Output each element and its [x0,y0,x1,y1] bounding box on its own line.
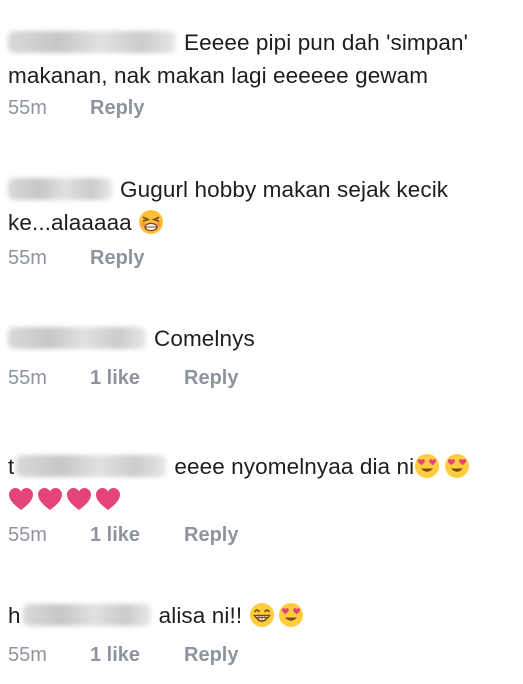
grinning-face-icon [249,602,275,628]
hearts-row [8,483,124,516]
comment-item: t eeee nyomelnyaa dia ni 55m 1 like Reply [8,450,516,546]
comment-item: Eeeee pipi pun dah 'simpan' makanan, nak… [8,26,516,119]
comment-meta: 55m 1 like Reply [8,644,238,667]
comment-line: eeee nyomelnyaa dia ni [174,454,415,479]
comment-text: Gugurl hobby makan sejak kecik ke...alaa… [8,173,516,239]
comment-text: Eeeee pipi pun dah 'simpan' makanan, nak… [8,26,516,92]
comment-text: t eeee nyomelnyaa dia ni [8,450,516,516]
heart-eyes-icon [444,453,470,479]
pink-heart-icon [95,487,121,511]
comment-line: Comelnys [154,326,255,351]
reply-button[interactable]: Reply [184,524,238,547]
comment-meta: 55m 1 like Reply [8,524,238,547]
comment-timestamp: 55m [8,524,47,546]
comment-line: makanan, nak makan lagi eeeeee gewam [8,63,429,88]
heart-eyes-icon [414,453,440,479]
comment-text: h alisa ni!! [8,599,516,632]
comment-text: Comelnys [8,322,516,355]
comment-line: alisa ni!! [158,603,243,628]
commenter-name[interactable] [8,327,146,349]
persevering-face-icon [138,209,164,235]
reply-button[interactable]: Reply [184,367,238,390]
heart-eyes-icon [278,602,304,628]
commenter-name[interactable] [8,178,112,200]
comment-timestamp: 55m [8,644,47,666]
comment-timestamp: 55m [8,247,47,269]
commenter-name[interactable] [8,31,176,53]
pink-heart-icon [8,487,34,511]
comment-line: ke...alaaaaa [8,210,132,235]
comment-meta: 55m 1 like Reply [8,367,238,390]
comment-item: h alisa ni!! 55m 1 like Reply [8,599,516,666]
reply-button[interactable]: Reply [184,644,238,667]
like-count[interactable]: 1 like [90,367,184,390]
comment-meta: 55m Reply [8,247,144,270]
commenter-name-initial[interactable]: t [8,454,14,479]
comment-item: Gugurl hobby makan sejak kecik ke...alaa… [8,173,516,269]
comment-meta: 55m Reply [8,97,144,120]
comment-line: Gugurl hobby makan sejak kecik [120,177,449,202]
comment-timestamp: 55m [8,367,47,389]
pink-heart-icon [37,487,63,511]
comment-timestamp: 55m [8,97,47,119]
reply-button[interactable]: Reply [90,97,144,120]
comment-line: Eeeee pipi pun dah 'simpan' [184,30,468,55]
pink-heart-icon [66,487,92,511]
commenter-name[interactable] [22,604,151,626]
reply-button[interactable]: Reply [90,247,144,270]
like-count[interactable]: 1 like [90,644,184,667]
like-count[interactable]: 1 like [90,524,184,547]
commenter-name[interactable] [16,455,167,477]
comment-item: Comelnys 55m 1 like Reply [8,322,516,389]
commenter-name-initial[interactable]: h [8,603,21,628]
